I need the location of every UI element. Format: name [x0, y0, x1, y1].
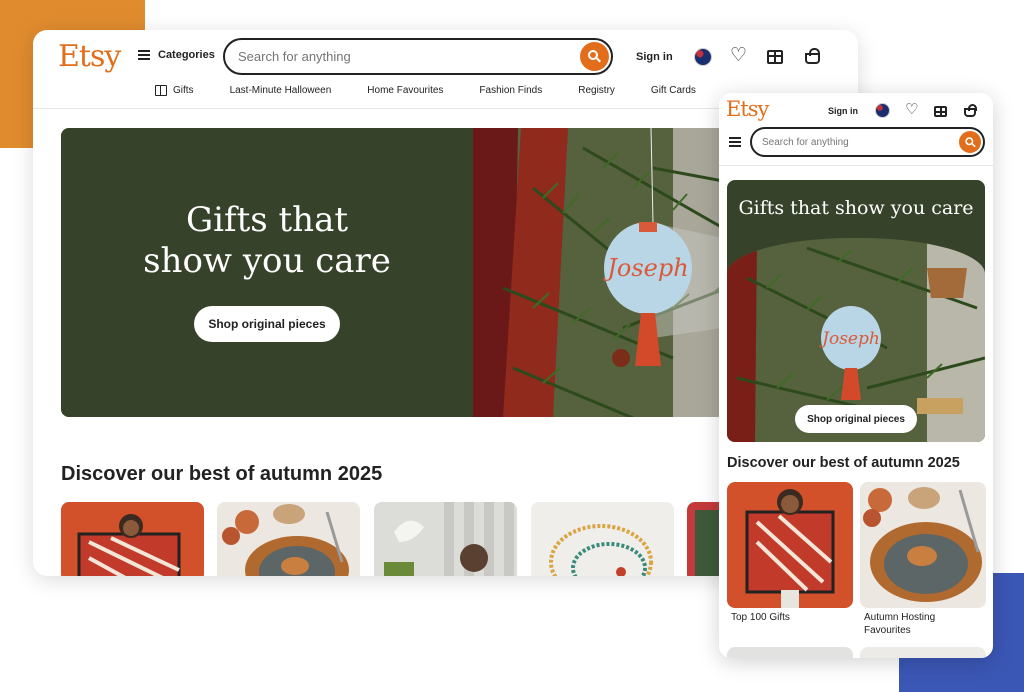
shopping-bag-icon[interactable]: [964, 104, 977, 117]
sign-in-link[interactable]: Sign in: [636, 51, 673, 63]
mobile-screenshot: Etsy Sign in ♡ Gifts that show you care: [719, 93, 993, 658]
category-tile-top-100-gifts[interactable]: [727, 482, 853, 608]
search-input[interactable]: [238, 49, 611, 64]
christmas-tree-illustration: Joseph: [473, 128, 761, 417]
table-setting-photo: [217, 502, 360, 576]
search-button[interactable]: [959, 131, 981, 153]
category-nav: Gifts Last-Minute Halloween Home Favouri…: [155, 84, 732, 96]
category-tile-partial[interactable]: [727, 647, 853, 658]
table-setting-photo: [860, 482, 986, 608]
category-tile-jewellery[interactable]: [531, 502, 674, 576]
hamburger-icon[interactable]: [729, 137, 741, 147]
shopping-bag-icon[interactable]: [805, 48, 820, 64]
nav-item-registry[interactable]: Registry: [578, 85, 615, 96]
nav-label: Home Favourites: [367, 85, 444, 96]
sign-in-link[interactable]: Sign in: [828, 106, 858, 116]
etsy-logo[interactable]: Etsy: [58, 39, 121, 74]
hero-title-line: show you care: [143, 241, 391, 281]
ornament-name: Joseph: [602, 254, 688, 282]
search-input[interactable]: [762, 136, 983, 148]
category-tile-autumn-hosting[interactable]: [860, 482, 986, 608]
home-decor-photo: [374, 502, 517, 576]
category-tile-gifts[interactable]: [61, 502, 204, 576]
tile-caption-line: Autumn Hosting: [864, 612, 936, 623]
hero-text-panel: Gifts that show you care Shop original p…: [61, 128, 473, 417]
nav-item-gifts[interactable]: Gifts: [155, 84, 194, 96]
gift-icon[interactable]: [767, 50, 783, 64]
search-bar[interactable]: [750, 127, 985, 157]
hero-banner[interactable]: Gifts that show you care Shop original p…: [61, 128, 761, 417]
heart-icon[interactable]: ♡: [905, 102, 918, 117]
flag-icon[interactable]: [875, 103, 890, 118]
nav-item-gift-cards[interactable]: Gift Cards: [651, 85, 696, 96]
search-bar[interactable]: [223, 38, 613, 75]
etsy-logo[interactable]: Etsy: [726, 97, 769, 121]
categories-label: Categories: [158, 49, 215, 61]
christmas-ornament-image: Joseph: [473, 128, 761, 417]
hero-title: Gifts that show you care: [61, 200, 473, 282]
categories-button[interactable]: Categories: [138, 49, 215, 61]
nav-item-halloween[interactable]: Last-Minute Halloween: [230, 85, 332, 96]
ornament-name: Joseph: [819, 329, 880, 349]
header-divider: [719, 165, 993, 166]
hero-title-line: Gifts that: [185, 200, 349, 240]
scarf-photo: [61, 502, 204, 576]
hamburger-icon: [138, 50, 150, 60]
tile-caption: Top 100 Gifts: [731, 612, 790, 623]
tile-caption: Autumn Hosting Favourites: [864, 611, 935, 637]
section-title: Discover our best of autumn 2025: [61, 463, 383, 485]
shop-original-pieces-button[interactable]: Shop original pieces: [795, 405, 917, 433]
category-tile-home[interactable]: [374, 502, 517, 576]
search-icon: [588, 50, 601, 63]
search-icon: [964, 136, 976, 147]
flag-icon[interactable]: [694, 48, 712, 66]
gift-icon: [155, 84, 167, 96]
nav-label: Registry: [578, 85, 615, 96]
nav-label: Fashion Finds: [479, 85, 543, 96]
heart-icon[interactable]: ♡: [730, 46, 747, 65]
nav-item-fashion-finds[interactable]: Fashion Finds: [479, 85, 542, 96]
search-button[interactable]: [580, 42, 609, 71]
beaded-necklace-photo: [531, 502, 674, 576]
tile-caption-line: Favourites: [864, 625, 911, 636]
gift-icon[interactable]: [934, 106, 947, 117]
stage: Etsy Categories Sign in ♡ Gifts Last-Min…: [0, 0, 1024, 692]
category-tile-partial[interactable]: [860, 647, 986, 658]
category-tile-hosting[interactable]: [217, 502, 360, 576]
nav-label: Gifts: [173, 85, 194, 96]
scarf-photo: [727, 482, 853, 608]
hero-banner[interactable]: Gifts that show you care Joseph Shop ori…: [727, 180, 985, 442]
section-title: Discover our best of autumn 2025: [727, 455, 960, 471]
nav-item-home-favourites[interactable]: Home Favourites: [367, 85, 443, 96]
nav-label: Last-Minute Halloween: [229, 85, 332, 96]
hero-title: Gifts that show you care: [738, 197, 974, 219]
nav-label: Gift Cards: [650, 85, 696, 96]
shop-original-pieces-button[interactable]: Shop original pieces: [194, 306, 340, 342]
